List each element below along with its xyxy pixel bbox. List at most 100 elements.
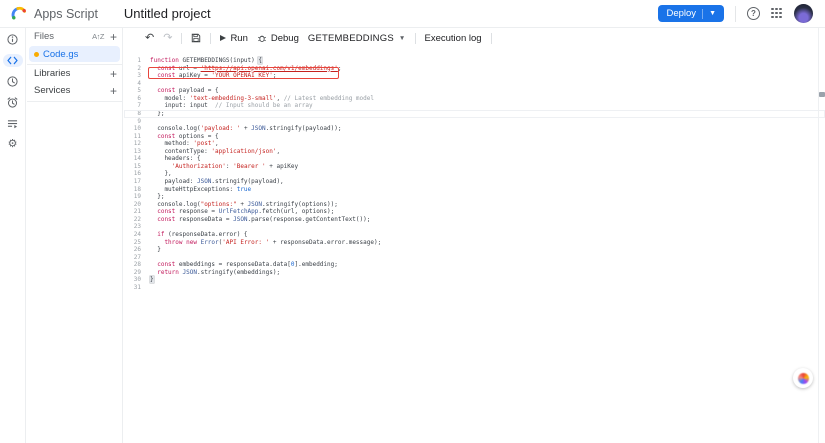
code-line[interactable]: 9: [124, 118, 825, 126]
extension-floating-button[interactable]: [793, 368, 813, 388]
chevron-down-icon: ▼: [398, 34, 406, 42]
code-line[interactable]: 13 contentType: 'application/json',: [124, 148, 825, 156]
deploy-button[interactable]: Deploy ▼: [658, 5, 724, 22]
function-selector-dropdown[interactable]: GETEMBEDDINGS ▼: [308, 33, 406, 44]
line-number: 13: [133, 147, 141, 155]
code-line-content: console.log('payload: ' + JSON.stringify…: [150, 125, 342, 133]
add-service-button[interactable]: +: [110, 85, 117, 97]
toolbar-divider: [210, 32, 212, 44]
sidebar-item-services[interactable]: Services +: [27, 82, 122, 99]
code-line[interactable]: 3 const apiKey = 'YOUR_OPENAI_KEY';: [124, 72, 825, 80]
code-line[interactable]: 4: [124, 80, 825, 88]
code-line[interactable]: 7 input: input // Input should be an arr…: [124, 102, 825, 110]
nav-project-history[interactable]: [3, 75, 23, 88]
chevron-down-icon: ▼: [709, 10, 716, 17]
code-line[interactable]: 20 console.log("options:" + JSON.stringi…: [124, 201, 825, 209]
line-number: 11: [133, 132, 141, 140]
code-line[interactable]: 21 const response = UrlFetchApp.fetch(ur…: [124, 208, 825, 216]
code-line[interactable]: 22 const responseData = JSON.parse(respo…: [124, 216, 825, 224]
code-line[interactable]: 11 const options = {: [124, 133, 825, 141]
code-line[interactable]: 14 headers: {: [124, 155, 825, 163]
code-line[interactable]: 31: [124, 284, 825, 292]
code-line-content: const responseData = JSON.parse(response…: [150, 215, 371, 223]
code-line[interactable]: 6 model: 'text-embedding-3-small', // La…: [124, 95, 825, 103]
code-line-content: const embeddings = responseData.data[0].…: [150, 261, 338, 269]
add-library-button[interactable]: +: [110, 68, 117, 80]
line-number: 8: [137, 109, 141, 117]
code-icon: [7, 56, 18, 65]
code-line[interactable]: 16 },: [124, 170, 825, 178]
deploy-split-divider: [702, 8, 704, 19]
toolbar-divider: [181, 32, 183, 44]
code-line-content: console.log("options:" + JSON.stringify(…: [150, 200, 338, 208]
line-number: 15: [133, 162, 141, 170]
app-name[interactable]: Apps Script: [34, 7, 98, 21]
undo-icon[interactable]: ↶: [145, 32, 154, 44]
sidebar-item-libraries[interactable]: Libraries +: [27, 65, 122, 82]
line-number: 27: [133, 253, 141, 261]
nav-project-settings[interactable]: ⚙: [3, 138, 23, 151]
files-panel-header: Files A↑Z +: [27, 28, 122, 45]
editor-pane: ↶ ↷ Run Debug GETEMBEDDINGS ▼ Execution …: [124, 28, 825, 443]
code-line-content: method: 'post',: [150, 140, 219, 148]
libraries-label: Libraries: [34, 68, 71, 79]
redo-icon[interactable]: ↷: [163, 32, 172, 44]
code-line-content: if (responseData.error) {: [150, 230, 248, 238]
debug-button[interactable]: Debug: [257, 33, 299, 44]
code-line[interactable]: 26 }: [124, 246, 825, 254]
line-number: 16: [133, 170, 141, 178]
code-line-content: input: input // Input should be an array: [150, 102, 313, 110]
apps-grid-icon[interactable]: [771, 7, 783, 20]
code-line[interactable]: 18 muteHttpExceptions: true: [124, 186, 825, 194]
files-panel: Files A↑Z + Code.gs Libraries + Services…: [27, 28, 123, 443]
code-line[interactable]: 27: [124, 254, 825, 262]
line-number: 26: [133, 246, 141, 254]
run-button[interactable]: Run: [220, 33, 248, 44]
code-line-content: [141, 284, 150, 292]
code-line[interactable]: 23: [124, 223, 825, 231]
code-line-content: payload: JSON.stringify(payload),: [150, 178, 284, 185]
code-line[interactable]: 30}: [124, 276, 825, 284]
line-number: 29: [133, 268, 141, 276]
code-line[interactable]: 17 payload: JSON.stringify(payload),: [124, 178, 825, 186]
code-line[interactable]: 2 const url = 'https://api.openai.com/v1…: [124, 65, 825, 73]
code-line[interactable]: 1 function GETEMBEDDINGS(input) {: [124, 57, 825, 65]
user-avatar[interactable]: [794, 4, 813, 23]
apps-script-window: Apps Script Untitled project Deploy ▼ ?: [0, 0, 825, 443]
line-number: 4: [137, 79, 141, 87]
code-lines: 1 function GETEMBEDDINGS(input) {2 const …: [124, 57, 825, 291]
nav-editor[interactable]: [2, 54, 23, 67]
nav-overview[interactable]: [3, 33, 23, 46]
add-file-button[interactable]: +: [110, 31, 117, 43]
save-icon[interactable]: [191, 33, 201, 43]
code-line[interactable]: 15 'Authorization': 'Bearer ' + apiKey: [124, 163, 825, 171]
code-line[interactable]: 10 console.log('payload: ' + JSON.string…: [124, 125, 825, 133]
execution-log-button[interactable]: Execution log: [425, 33, 482, 44]
line-number: 22: [133, 215, 141, 223]
line-number: 30: [133, 276, 141, 284]
line-number: 5: [137, 87, 141, 95]
bug-icon: [257, 35, 266, 42]
sort-az-icon[interactable]: A↑Z: [92, 32, 104, 41]
help-icon[interactable]: ?: [747, 7, 760, 20]
code-line[interactable]: 29 return JSON.stringify(embeddings);: [124, 269, 825, 277]
nav-triggers[interactable]: [3, 96, 23, 109]
code-line[interactable]: 24 if (responseData.error) {: [124, 231, 825, 239]
project-title[interactable]: Untitled project: [124, 6, 211, 21]
code-line[interactable]: 28 const embeddings = responseData.data[…: [124, 261, 825, 269]
code-line[interactable]: 19 };: [124, 193, 825, 201]
code-line[interactable]: 5 const payload = {: [124, 87, 825, 95]
code-line[interactable]: 25 throw new Error('API Error: ' + respo…: [124, 239, 825, 247]
line-number: 25: [133, 238, 141, 246]
line-number: 7: [137, 102, 141, 110]
line-number: 28: [133, 261, 141, 269]
code-line-content: };: [150, 193, 165, 201]
file-item-codegs[interactable]: Code.gs: [29, 46, 120, 62]
nav-executions[interactable]: [3, 117, 23, 130]
code-editor[interactable]: 1 function GETEMBEDDINGS(input) {2 const …: [124, 48, 825, 291]
code-line-content: [141, 80, 150, 88]
code-line[interactable]: 12 method: 'post',: [124, 140, 825, 148]
code-line[interactable]: 8 };: [124, 109, 825, 118]
code-line-content: }: [150, 246, 161, 254]
editor-scrollbar[interactable]: [818, 28, 825, 443]
